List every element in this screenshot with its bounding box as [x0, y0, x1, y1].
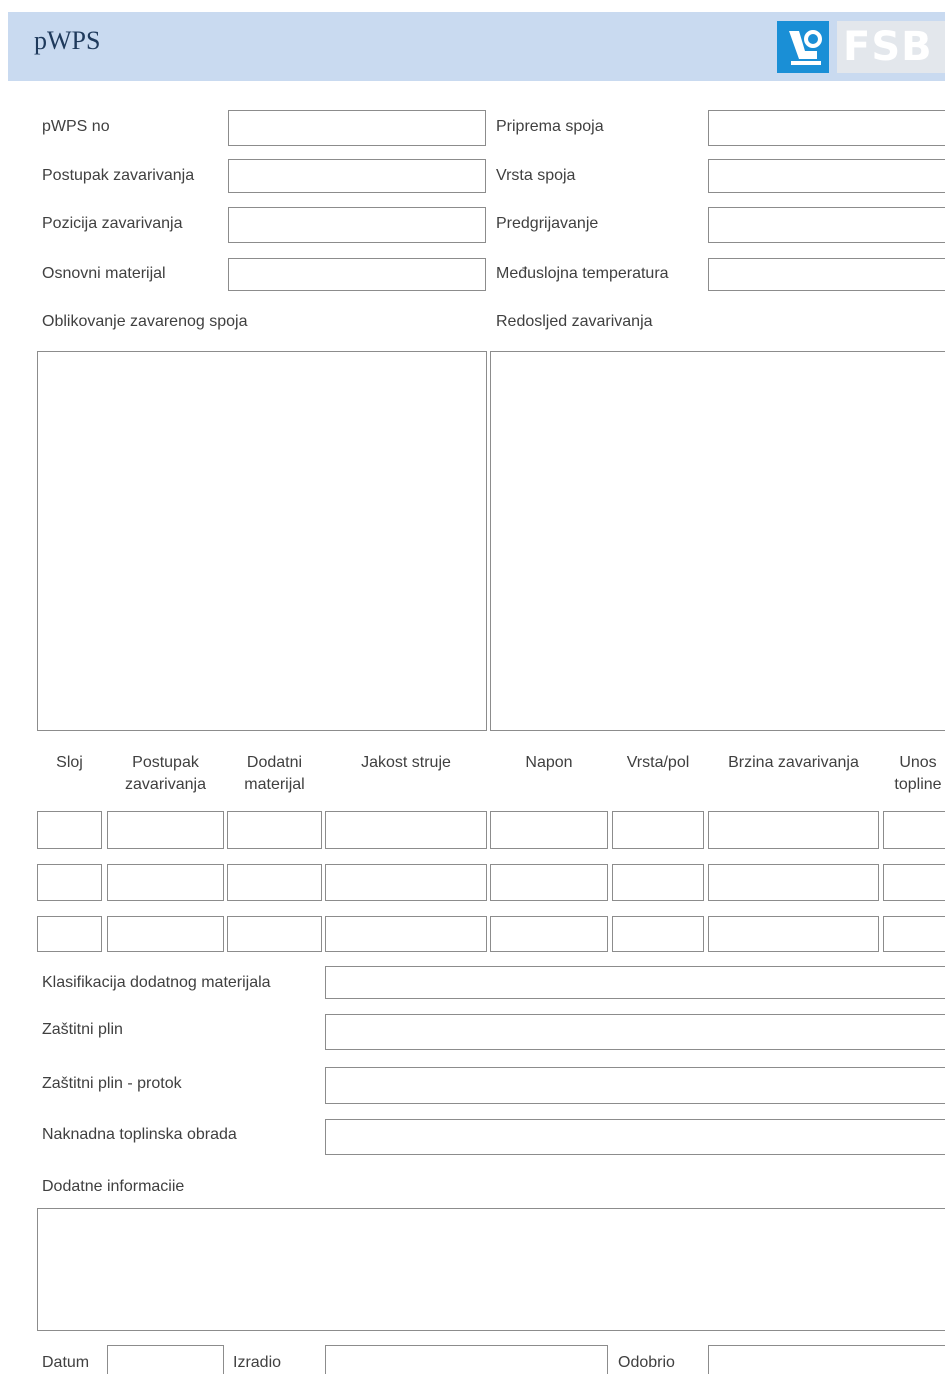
table-cell[interactable] [490, 864, 608, 901]
izradio-label: Izradio [233, 1354, 282, 1371]
zastitni-plin-protok-label: Zaštitni plin - protok [42, 1075, 182, 1092]
logo-text: FSB [837, 21, 945, 73]
vrsta-spoja-label: Vrsta spoja [496, 167, 576, 184]
meduslojna-input[interactable] [708, 258, 945, 291]
klasifikacija-input[interactable] [325, 966, 945, 999]
predgrijavanje-input[interactable] [708, 207, 945, 243]
table-cell[interactable] [708, 864, 879, 901]
odobrio-label: Odobrio [618, 1354, 675, 1371]
meduslojna-label: Međuslojna temperatura [496, 265, 669, 282]
col-header-dodatni: Dodatni materijal [244, 754, 305, 793]
pozicija-label: Pozicija zavarivanja [42, 215, 183, 232]
datum-input[interactable] [107, 1345, 224, 1374]
pwps-form: pWPS FSB pWPS no Postupak zavarivanja Po… [0, 0, 945, 1374]
predgrijavanje-label: Predgrijavanje [496, 215, 599, 232]
redoslijed-label: Redosljed zavarivanja [496, 313, 653, 330]
table-cell[interactable] [612, 864, 704, 901]
pozicija-input[interactable] [228, 207, 486, 243]
table-cell[interactable] [883, 811, 945, 849]
dodatne-area[interactable] [37, 1208, 945, 1331]
table-cell[interactable] [883, 864, 945, 901]
table-cell[interactable] [708, 811, 879, 849]
table-cell[interactable] [107, 864, 224, 901]
postupak-input[interactable] [228, 159, 486, 193]
col-header-jakost: Jakost struje [361, 754, 451, 771]
header-bar: pWPS FSB [8, 12, 945, 81]
table-cell[interactable] [490, 916, 608, 952]
datum-label: Datum [42, 1354, 90, 1371]
col-header-brzina: Brzina zavarivanja [728, 754, 859, 771]
pwps-no-label: pWPS no [42, 118, 110, 135]
izradio-input[interactable] [325, 1345, 608, 1374]
table-cell[interactable] [227, 864, 322, 901]
klasifikacija-label: Klasifikacija dodatnog materijala [42, 974, 271, 991]
zastitni-plin-input[interactable] [325, 1014, 945, 1050]
zastitni-plin-label: Zaštitni plin [42, 1021, 123, 1038]
table-cell[interactable] [708, 916, 879, 952]
table-cell[interactable] [227, 916, 322, 952]
pwps-no-input[interactable] [228, 110, 486, 146]
col-header-unos: Unos topline [894, 754, 942, 793]
oblikovanje-area[interactable] [37, 351, 487, 731]
osnovni-input[interactable] [228, 258, 486, 291]
table-cell[interactable] [490, 811, 608, 849]
table-cell[interactable] [37, 811, 102, 849]
col-header-napon: Napon [525, 754, 573, 771]
osnovni-label: Osnovni materijal [42, 265, 166, 282]
col-header-postupak: Postupak zavarivanja [125, 754, 206, 793]
table-cell[interactable] [612, 916, 704, 952]
table-cell[interactable] [37, 864, 102, 901]
table-cell[interactable] [227, 811, 322, 849]
zastitni-plin-protok-input[interactable] [325, 1067, 945, 1104]
table-cell[interactable] [883, 916, 945, 952]
table-cell[interactable] [37, 916, 102, 952]
naknadna-label: Naknadna toplinska obrada [42, 1126, 237, 1143]
fsb-logo-icon [777, 21, 829, 73]
vrsta-spoja-input[interactable] [708, 159, 945, 193]
priprema-label: Priprema spoja [496, 118, 604, 135]
redoslijed-area[interactable] [490, 351, 945, 731]
table-cell[interactable] [325, 811, 487, 849]
dodatne-label: Dodatne informaciie [42, 1178, 185, 1195]
postupak-label: Postupak zavarivanja [42, 167, 195, 184]
odobrio-input[interactable] [708, 1345, 945, 1374]
col-header-vrsta-pol: Vrsta/pol [626, 754, 690, 771]
oblikovanje-label: Oblikovanje zavarenog spoja [42, 313, 248, 330]
naknadna-input[interactable] [325, 1119, 945, 1155]
priprema-input[interactable] [708, 110, 945, 146]
page-title: pWPS [34, 26, 101, 55]
table-cell[interactable] [107, 811, 224, 849]
col-header-sloj: Sloj [56, 754, 83, 771]
table-cell[interactable] [107, 916, 224, 952]
table-cell[interactable] [325, 916, 487, 952]
table-cell[interactable] [612, 811, 704, 849]
table-cell[interactable] [325, 864, 487, 901]
